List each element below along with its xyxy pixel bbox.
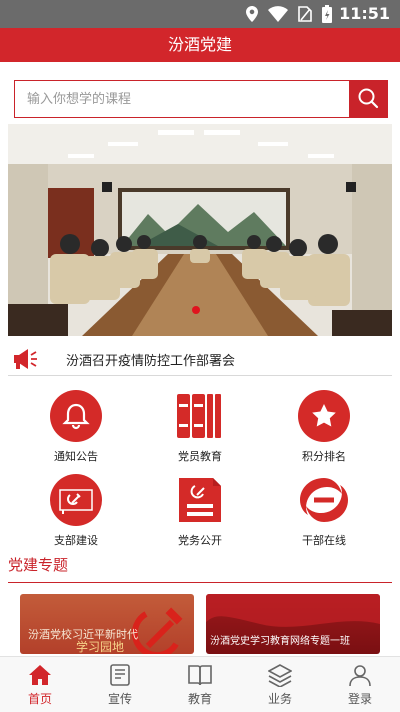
section-divider	[8, 582, 392, 583]
card-subtitle: 学习园地	[76, 640, 125, 654]
grid-item-notice[interactable]: 通知公告	[26, 390, 126, 464]
search-button[interactable]	[349, 81, 387, 117]
location-icon	[246, 6, 258, 22]
flag-decoration	[206, 594, 380, 627]
star-icon	[298, 390, 350, 442]
grid-item-affairs[interactable]: 党务公开	[150, 474, 250, 548]
nav-item-business[interactable]: 业务	[240, 657, 320, 712]
home-icon	[29, 665, 51, 685]
section-title: 党建专题	[8, 556, 69, 574]
user-icon	[349, 665, 371, 687]
status-time: 11:51	[339, 4, 390, 23]
topic-card[interactable]: 汾酒党史学习教育网络专题一班	[206, 594, 380, 654]
battery-charging-icon	[322, 5, 332, 23]
grid-item-branch[interactable]: 支部建设	[26, 474, 126, 548]
status-icons	[246, 5, 332, 23]
bell-icon	[50, 390, 102, 442]
nav-label: 首页	[27, 692, 52, 706]
banner-carousel[interactable]	[8, 124, 392, 336]
grid-label: 党员教育	[178, 450, 222, 463]
layers-icon	[268, 664, 292, 687]
sim-card-icon	[298, 6, 312, 22]
nav-item-login[interactable]: 登录	[320, 657, 400, 712]
party-emblem-icon	[50, 474, 102, 526]
grid-label: 积分排名	[302, 450, 346, 463]
search-input[interactable]	[15, 81, 349, 117]
nav-item-home[interactable]: 首页	[0, 657, 80, 712]
grid-item-cadre[interactable]: 干部在线	[274, 474, 374, 548]
grid-item-ranking[interactable]: 积分排名	[274, 390, 374, 464]
search-icon	[357, 87, 379, 112]
megaphone-icon	[12, 348, 38, 374]
bottom-nav: 首页 宣传 教育 业务 登录	[0, 656, 400, 712]
carousel-indicator-dot[interactable]	[192, 306, 200, 314]
nav-label: 宣传	[107, 692, 132, 706]
news-headline: 汾酒召开疫情防控工作部署会	[66, 354, 236, 369]
wifi-icon	[268, 6, 288, 22]
topic-card[interactable]: 汾酒党校习近平新时代 学习园地	[20, 594, 194, 654]
nav-label: 教育	[187, 692, 212, 706]
app-title: 汾酒党建	[0, 28, 400, 62]
grid-label: 支部建设	[54, 534, 98, 547]
swirl-icon	[298, 474, 350, 526]
grid-label: 通知公告	[54, 450, 98, 463]
books-icon	[174, 390, 226, 442]
news-icon	[110, 664, 130, 686]
status-bar: 11:51	[0, 0, 400, 28]
card-title: 汾酒党史学习教育网络专题一班	[210, 636, 350, 647]
grid-label: 党务公开	[178, 534, 222, 547]
grid-label: 干部在线	[302, 534, 346, 547]
nav-item-publicity[interactable]: 宣传	[80, 657, 160, 712]
banner-image	[8, 124, 392, 336]
book-icon	[188, 665, 212, 686]
news-ticker[interactable]: 汾酒召开疫情防控工作部署会	[8, 342, 392, 376]
document-icon	[174, 474, 226, 526]
nav-label: 业务	[267, 692, 292, 706]
grid-item-education[interactable]: 党员教育	[150, 390, 250, 464]
search-bar	[14, 80, 388, 118]
nav-item-education[interactable]: 教育	[160, 657, 240, 712]
nav-label: 登录	[347, 692, 372, 706]
